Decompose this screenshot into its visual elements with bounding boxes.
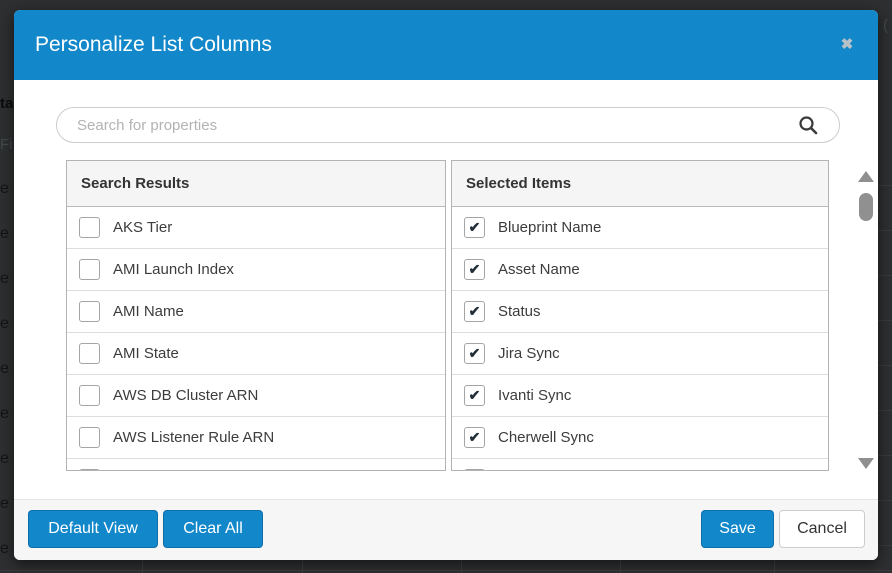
search-input[interactable] (56, 107, 840, 143)
background-text-fragment: ( (883, 18, 888, 33)
background-text-fragment: e (0, 406, 9, 422)
background-row-line (0, 570, 892, 571)
background-row-line (878, 500, 892, 501)
background-text-fragment: e (0, 361, 9, 377)
default-view-button[interactable]: Default View (28, 510, 158, 548)
item-checkbox[interactable]: ✔ (79, 217, 100, 238)
item-checkbox[interactable]: ✔ (79, 385, 100, 406)
list-item[interactable]: ✔ Approval Status (452, 458, 828, 471)
search-results-list: ✔ AKS Tier ✔ AMI Launch Index ✔ AMI Name (67, 207, 445, 471)
list-item[interactable]: ✔ Ivanti Sync (452, 374, 828, 416)
search-results-header: Search Results (67, 161, 445, 207)
search-container (56, 107, 840, 143)
scroll-down-arrow-icon[interactable] (858, 458, 874, 469)
item-checkbox[interactable]: ✔ (464, 469, 485, 471)
background-text-fragment: e (0, 496, 9, 512)
item-checkbox[interactable]: ✔ (79, 427, 100, 448)
background-text-fragment: e (0, 541, 9, 557)
list-item[interactable]: ✔ AMI State (67, 332, 445, 374)
cancel-button[interactable]: Cancel (779, 510, 865, 548)
selected-items-header: Selected Items (452, 161, 828, 207)
scroll-up-arrow-icon[interactable] (858, 171, 874, 182)
close-icon[interactable]: ✖ (836, 34, 858, 56)
item-label: Asset Name (498, 261, 580, 278)
list-item[interactable]: ✔ Jira Sync (452, 332, 828, 374)
dialog-header: Personalize List Columns ✖ (14, 10, 878, 80)
background-row-line (878, 185, 892, 186)
scrollbar-thumb[interactable] (859, 193, 873, 221)
selected-items-list: ✔ Blueprint Name ✔ Asset Name ✔ Status (452, 207, 828, 471)
item-checkbox[interactable]: ✔ (464, 385, 485, 406)
item-checkbox[interactable]: ✔ (464, 427, 485, 448)
dialog-scrollbar (858, 163, 874, 471)
background-text-fragment: ta (0, 96, 13, 111)
search-results-panel: Search Results ✔ AKS Tier ✔ AMI Launch I… (66, 160, 446, 471)
list-item[interactable]: ✔ AWS Listener Rule ARN (67, 416, 445, 458)
list-item[interactable]: ✔ Asset Name (452, 248, 828, 290)
background-column-line (774, 560, 775, 573)
background-row-line (878, 410, 892, 411)
clear-all-button[interactable]: Clear All (163, 510, 263, 548)
background-text-fragment: e (0, 316, 9, 332)
background-text-fragment: e (0, 271, 9, 287)
background-text-fragment: e (0, 451, 9, 467)
background-column-line (461, 560, 462, 573)
background-column-line (302, 560, 303, 573)
dialog-footer: Default View Clear All Save Cancel (14, 499, 878, 560)
item-checkbox[interactable]: ✔ (79, 259, 100, 280)
item-label: Blueprint Name (498, 219, 601, 236)
background-row-line (878, 320, 892, 321)
list-item[interactable]: ✔ AKS Tier (67, 207, 445, 248)
background-row-line (878, 365, 892, 366)
item-checkbox[interactable]: ✔ (79, 469, 100, 471)
screen: ta Fi e e e e e e e e e ( Personalize List Columns … (0, 0, 892, 573)
item-label: Jira Sync (498, 345, 560, 362)
item-checkbox[interactable]: ✔ (464, 217, 485, 238)
background-text-fragment: Fi (0, 137, 13, 152)
item-checkbox[interactable]: ✔ (464, 343, 485, 364)
item-label: AKS Tier (113, 219, 172, 236)
search-icon (798, 115, 818, 135)
background-column-line (620, 560, 621, 573)
background-row-line (878, 545, 892, 546)
background-row-line (878, 230, 892, 231)
item-checkbox[interactable]: ✔ (464, 259, 485, 280)
list-item[interactable]: ✔ AWS Load Balancer Name (67, 458, 445, 471)
item-checkbox[interactable]: ✔ (464, 301, 485, 322)
item-label: Ivanti Sync (498, 387, 571, 404)
background-text-fragment: e (0, 226, 9, 242)
list-item[interactable]: ✔ AMI Launch Index (67, 248, 445, 290)
list-item[interactable]: ✔ Status (452, 290, 828, 332)
list-item[interactable]: ✔ Cherwell Sync (452, 416, 828, 458)
selected-items-panel: Selected Items ✔ Blueprint Name ✔ Asset … (451, 160, 829, 471)
background-column-line (142, 560, 143, 573)
background-row-line (878, 455, 892, 456)
item-label: AWS Listener Rule ARN (113, 429, 274, 446)
list-item[interactable]: ✔ AWS DB Cluster ARN (67, 374, 445, 416)
item-label: AWS DB Cluster ARN (113, 387, 258, 404)
item-label: Status (498, 303, 541, 320)
item-label: AMI Name (113, 303, 184, 320)
list-item[interactable]: ✔ Blueprint Name (452, 207, 828, 248)
personalize-columns-dialog: Personalize List Columns ✖ Search Result… (14, 10, 878, 560)
save-button[interactable]: Save (701, 510, 774, 548)
background-text-fragment: e (0, 181, 9, 197)
dialog-title: Personalize List Columns (35, 10, 272, 80)
item-label: AMI Launch Index (113, 261, 234, 278)
background-row-line (878, 275, 892, 276)
item-checkbox[interactable]: ✔ (79, 301, 100, 322)
item-label: Cherwell Sync (498, 429, 594, 446)
item-checkbox[interactable]: ✔ (79, 343, 100, 364)
list-item[interactable]: ✔ AMI Name (67, 290, 445, 332)
item-label: AMI State (113, 345, 179, 362)
